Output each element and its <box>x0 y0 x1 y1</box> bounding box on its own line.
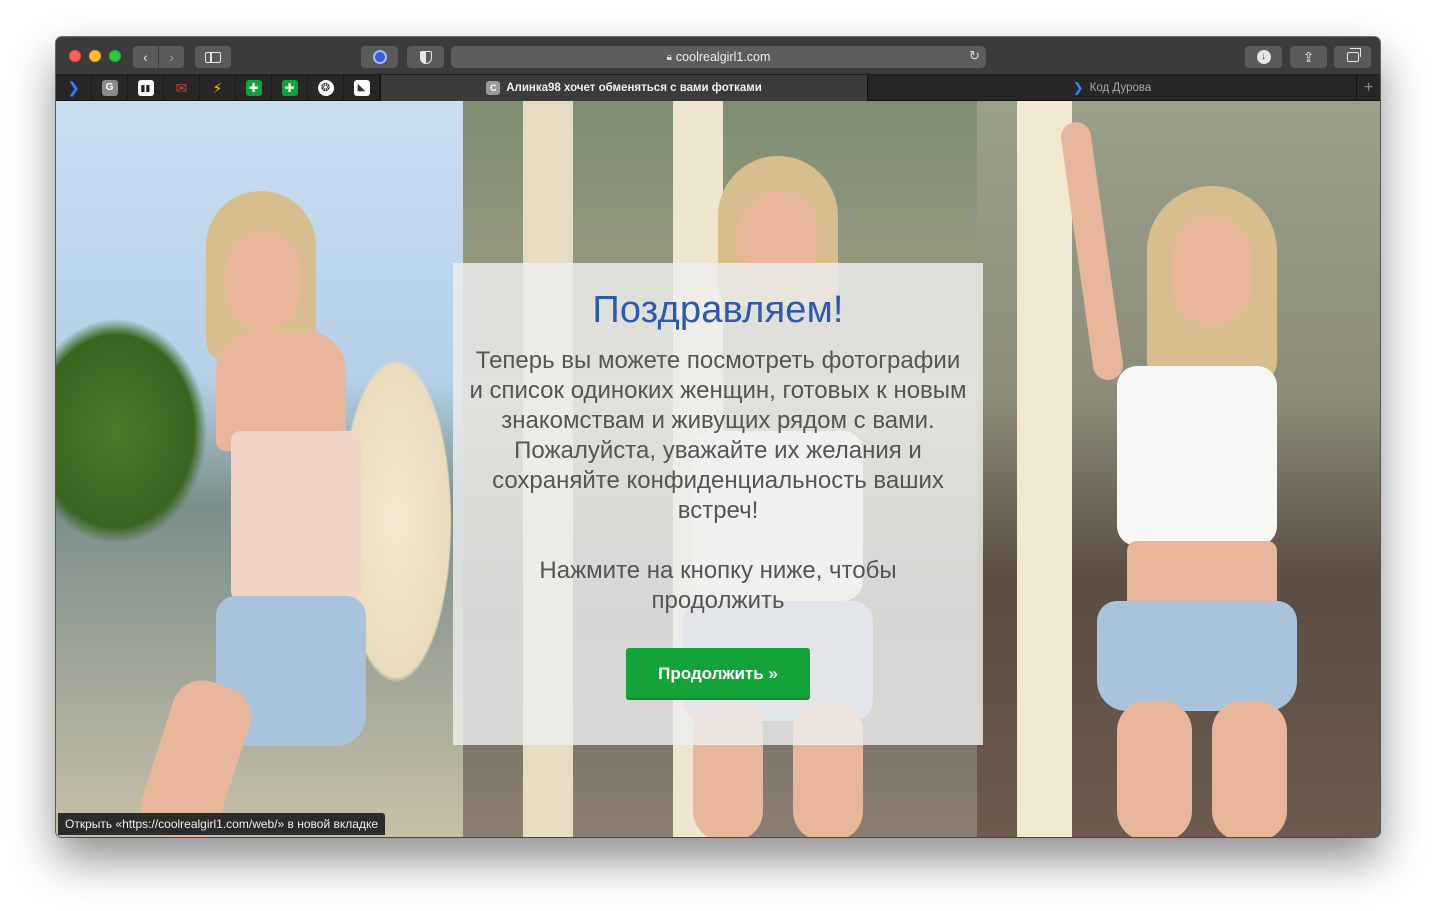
sidebar-icon <box>205 51 221 63</box>
bar-chart-icon: ▮▮ <box>137 80 154 96</box>
browser-window: ‹ › 🔒︎ coolrealgirl1.com ↻ ↓ ⇪ ❯ G ▮▮ ✉ … <box>56 37 1380 837</box>
pinned-tab[interactable]: ✉ <box>164 75 200 101</box>
download-icon: ↓ <box>1256 50 1271 64</box>
reload-icon[interactable]: ↻ <box>969 48 980 64</box>
green-cross-icon: ✚ <box>245 80 262 96</box>
new-tab-button[interactable]: + <box>1356 75 1380 101</box>
tab-overview-button[interactable] <box>1334 46 1371 68</box>
extension-button[interactable] <box>361 46 398 68</box>
photo-left[interactable] <box>56 101 463 837</box>
pinned-tab[interactable]: ✚ <box>236 75 272 101</box>
circle-extension-icon <box>372 50 387 64</box>
pinned-tab[interactable]: ❯ <box>56 75 92 101</box>
share-icon: ⇪ <box>1302 49 1315 65</box>
n-icon: ◣ <box>353 80 370 96</box>
snake-icon: ❂ <box>317 80 334 96</box>
plus-icon: + <box>1363 79 1374 96</box>
privacy-report-button[interactable] <box>407 46 444 68</box>
figure-leg <box>1212 701 1287 837</box>
congrats-panel: Поздравляем! Теперь вы можете посмотреть… <box>453 263 983 745</box>
browser-toolbar: ‹ › 🔒︎ coolrealgirl1.com ↻ ↓ ⇪ <box>56 37 1380 75</box>
figure-face <box>1172 216 1252 326</box>
continue-button[interactable]: Продолжить » <box>626 648 810 700</box>
pinned-tab[interactable]: ◣ <box>344 75 380 101</box>
c-favicon-icon: C <box>486 81 501 95</box>
pinned-tab[interactable]: ▮▮ <box>128 75 164 101</box>
minimize-window-button[interactable] <box>89 50 101 62</box>
figure-shorts <box>1097 601 1297 711</box>
pinned-tab[interactable]: ✚ <box>272 75 308 101</box>
photo-right[interactable] <box>977 101 1380 837</box>
cta-text: Нажмите на кнопку ниже, чтобы продолжить <box>539 557 897 614</box>
lock-icon: 🔒︎ <box>666 51 672 63</box>
figure-arm <box>1059 120 1125 382</box>
g-icon: G <box>101 80 118 96</box>
pinned-tab[interactable]: G <box>92 75 128 101</box>
tab-strip: ❯ G ▮▮ ✉ ⚡ ✚ ✚ ❂ ◣ C Алинка98 хочет обме… <box>56 75 1380 101</box>
figure-leg <box>1117 701 1192 837</box>
downloads-button[interactable]: ↓ <box>1245 46 1282 68</box>
tab-title: Алинка98 хочет обменяться с вами фотками <box>506 82 762 94</box>
tab-overview-icon <box>1346 48 1361 62</box>
chevron-icon: ❯ <box>67 79 80 97</box>
shield-icon <box>419 50 432 64</box>
tab-inactive[interactable]: ❯ Код Дурова <box>868 75 1356 101</box>
web-page: Поздравляем! Теперь вы можете посмотреть… <box>56 101 1380 837</box>
figure-face <box>226 231 301 331</box>
forward-button[interactable]: › <box>159 46 184 68</box>
chevron-right-icon: › <box>169 49 174 65</box>
sidebar-button[interactable] <box>195 46 231 68</box>
chevron-favicon-icon: ❯ <box>1072 80 1084 95</box>
close-window-button[interactable] <box>69 50 81 62</box>
address-bar[interactable]: 🔒︎ coolrealgirl1.com ↻ <box>451 46 986 68</box>
status-bar: Открыть «https://coolrealgirl1.com/web/»… <box>58 813 386 835</box>
tab-title: Код Дурова <box>1089 82 1152 94</box>
pinned-tab[interactable]: ⚡ <box>200 75 236 101</box>
page-title: Поздравляем! <box>592 289 844 331</box>
figure-top <box>1117 366 1277 546</box>
mail-icon: ✉ <box>175 80 188 96</box>
zoom-window-button[interactable] <box>109 50 121 62</box>
chevron-left-icon: ‹ <box>143 49 148 65</box>
back-button[interactable]: ‹ <box>133 46 158 68</box>
zigzag-icon: ⚡ <box>212 80 223 96</box>
pinned-tab[interactable]: ❂ <box>308 75 344 101</box>
tab-active[interactable]: C Алинка98 хочет обменяться с вами фотка… <box>380 75 868 101</box>
share-button[interactable]: ⇪ <box>1290 46 1327 68</box>
figure-top <box>231 431 361 601</box>
green-cross-icon: ✚ <box>281 80 298 96</box>
address-text: coolrealgirl1.com <box>675 50 771 64</box>
message-text: Теперь вы можете посмотреть фотографии и… <box>469 347 967 524</box>
